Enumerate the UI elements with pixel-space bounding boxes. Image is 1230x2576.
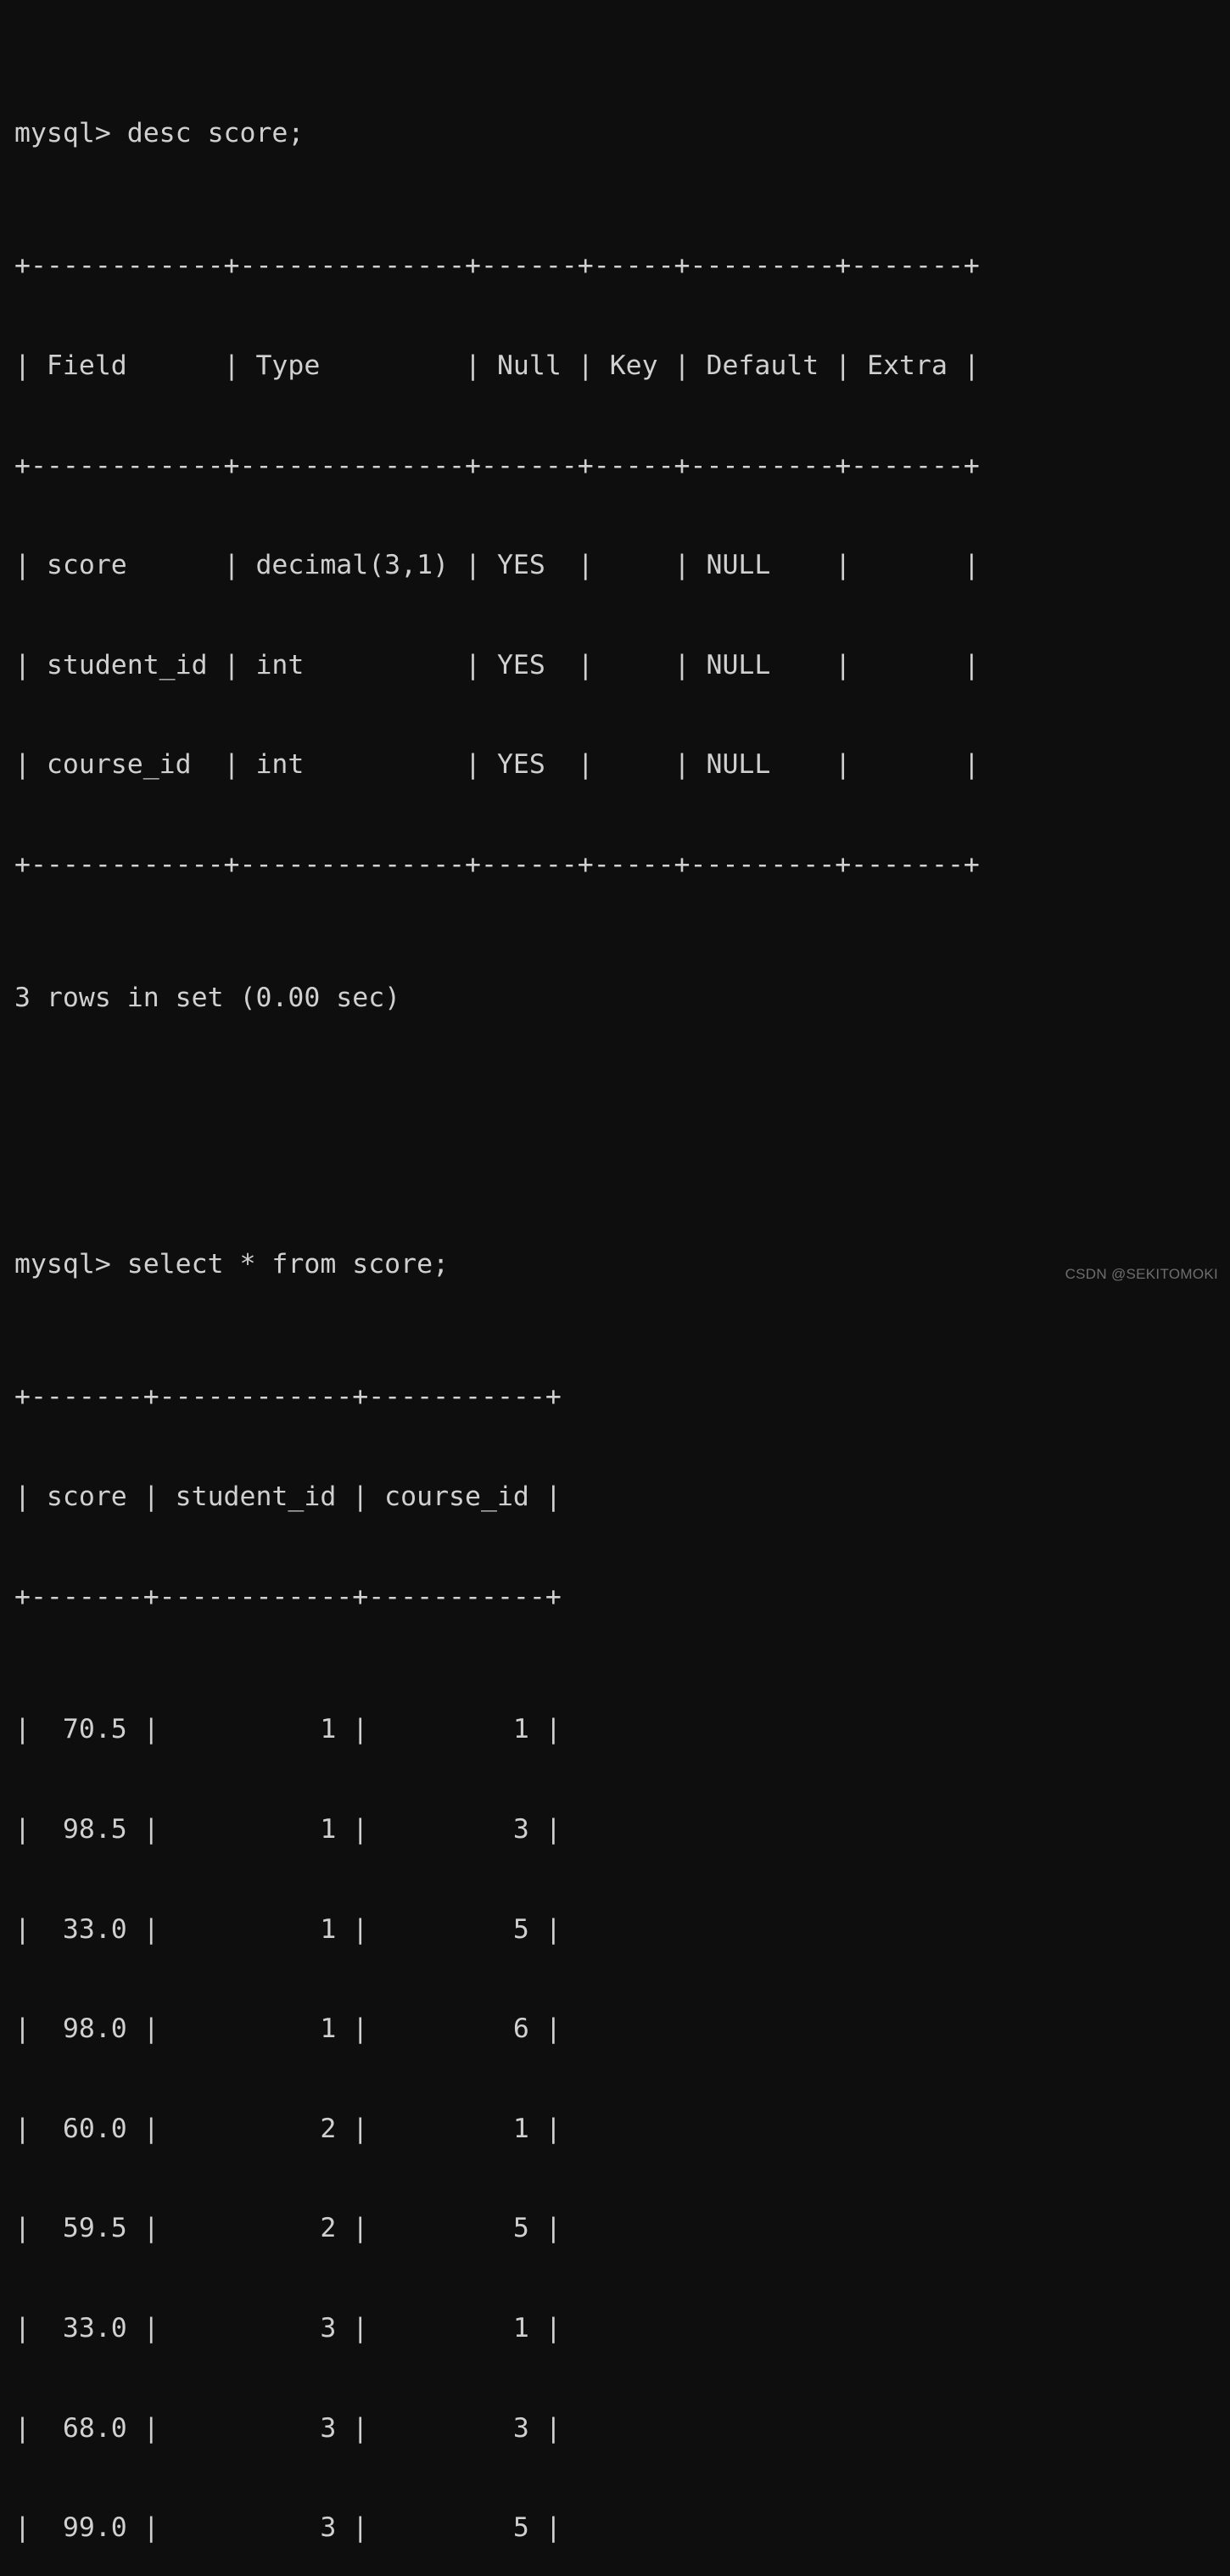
table-row: | 98.5 | 1 | 3 |	[14, 1813, 562, 1845]
select-table-header: | score | student_id | course_id |	[14, 1481, 562, 1512]
table-row: | score | decimal(3,1) | YES | | NULL | …	[14, 550, 980, 581]
command-line-desc: mysql> desc score;	[14, 117, 305, 148]
command-line-select: mysql> select * from score;	[14, 1248, 450, 1280]
watermark: CSDN @SEKITOMOKI	[1065, 1266, 1218, 1282]
table-row: | 33.0 | 1 | 5 |	[14, 1913, 562, 1945]
select-table-header-border: +-------+------------+-----------+	[14, 1581, 562, 1612]
table-row: | 98.0 | 1 | 6 |	[14, 2013, 562, 2045]
desc-table-header: | Field | Type | Null | Key | Default | …	[14, 350, 980, 382]
terminal-screen[interactable]: mysql> desc score; +------------+-------…	[0, 0, 1230, 2543]
table-row: | 33.0 | 3 | 1 |	[14, 2313, 562, 2344]
table-row: | 59.5 | 2 | 5 |	[14, 2213, 562, 2244]
select-table-top-border: +-------+------------+-----------+	[14, 1381, 562, 1413]
table-row: | course_id | int | YES | | NULL | |	[14, 749, 980, 781]
result-status-desc: 3 rows in set (0.00 sec)	[14, 982, 401, 1013]
desc-table-bottom-border: +------------+--------------+------+----…	[14, 849, 980, 881]
table-row: | student_id | int | YES | | NULL | |	[14, 649, 980, 680]
table-row: | 68.0 | 3 | 3 |	[14, 2412, 562, 2444]
desc-table-header-border: +------------+--------------+------+----…	[14, 450, 980, 481]
table-row: | 99.0 | 3 | 5 |	[14, 2512, 562, 2544]
desc-table-top-border: +------------+--------------+------+----…	[14, 250, 980, 282]
table-row: | 60.0 | 2 | 1 |	[14, 2113, 562, 2144]
table-row: | 70.5 | 1 | 1 |	[14, 1714, 562, 1745]
